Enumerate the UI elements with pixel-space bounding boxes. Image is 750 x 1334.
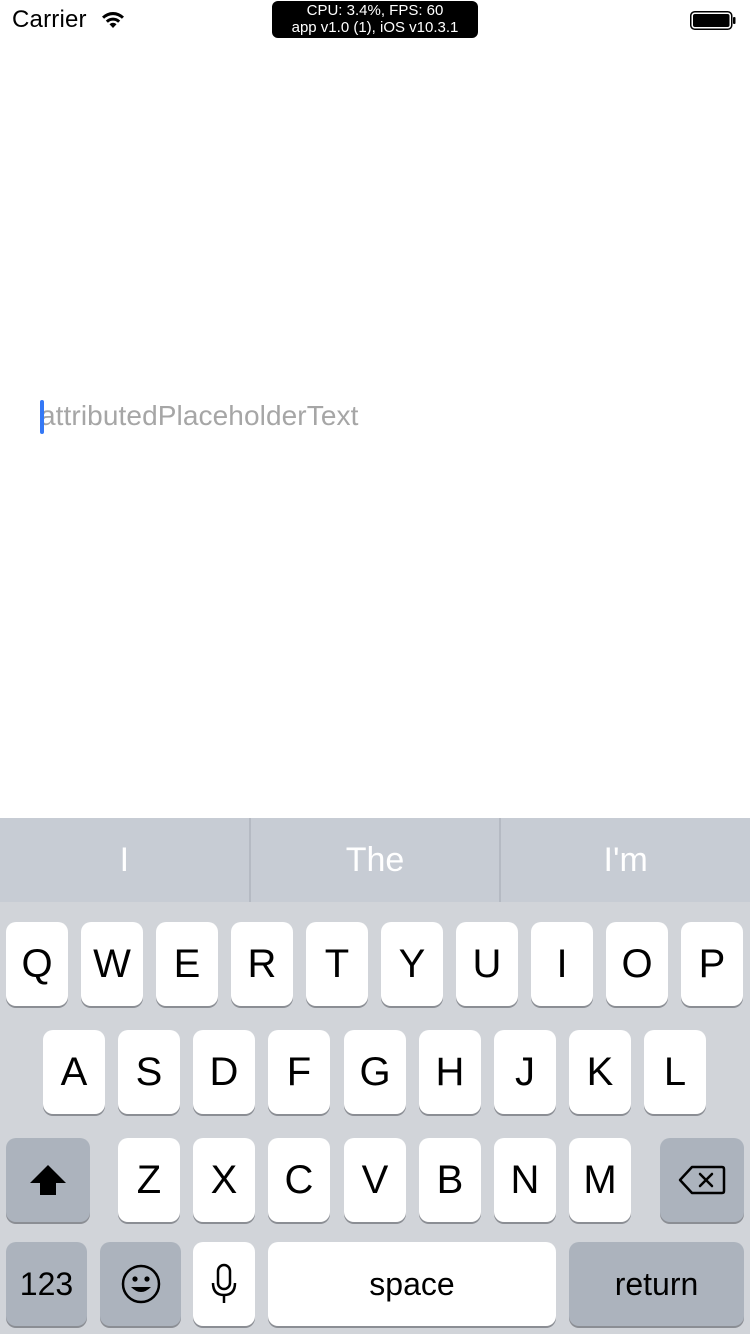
space-key-label: space <box>369 1265 455 1302</box>
dictation-key[interactable] <box>193 1242 255 1326</box>
key-d[interactable]: D <box>193 1030 255 1114</box>
emoji-key[interactable] <box>100 1242 181 1326</box>
key-x[interactable]: X <box>193 1138 255 1222</box>
key-label: L <box>663 1049 687 1094</box>
return-key-label: return <box>614 1265 699 1302</box>
key-s[interactable]: S <box>118 1030 180 1114</box>
key-label: O <box>621 941 653 986</box>
key-label: H <box>435 1049 465 1094</box>
key-z[interactable]: Z <box>118 1138 180 1222</box>
key-t[interactable]: T <box>306 922 368 1006</box>
key-label: B <box>436 1157 464 1202</box>
numbers-key[interactable]: 123 <box>6 1242 87 1326</box>
key-label: Q <box>21 941 53 986</box>
key-i[interactable]: I <box>531 922 593 1006</box>
key-v[interactable]: V <box>344 1138 406 1222</box>
key-label: J <box>515 1049 535 1094</box>
key-label: X <box>210 1157 238 1202</box>
suggestion-item[interactable]: The <box>251 818 500 902</box>
shift-key[interactable] <box>6 1138 90 1222</box>
key-label: K <box>586 1049 614 1094</box>
numbers-key-label: 123 <box>19 1265 74 1302</box>
battery-icon <box>690 11 736 30</box>
key-label: T <box>324 941 350 986</box>
delete-icon <box>678 1164 726 1196</box>
key-label: U <box>472 941 502 986</box>
text-cursor <box>40 400 44 434</box>
key-b[interactable]: B <box>419 1138 481 1222</box>
suggestion-bar: I The I'm <box>0 818 750 902</box>
key-f[interactable]: F <box>268 1030 330 1114</box>
key-n[interactable]: N <box>494 1138 556 1222</box>
key-e[interactable]: E <box>156 922 218 1006</box>
suggestion-item[interactable]: I'm <box>501 818 750 902</box>
key-label: P <box>698 941 726 986</box>
return-key[interactable]: return <box>569 1242 744 1326</box>
space-key[interactable]: space <box>268 1242 556 1326</box>
key-label: W <box>93 941 131 986</box>
key-h[interactable]: H <box>419 1030 481 1114</box>
key-j[interactable]: J <box>494 1030 556 1114</box>
wifi-icon <box>100 10 126 30</box>
key-y[interactable]: Y <box>381 922 443 1006</box>
key-label: E <box>173 941 201 986</box>
keyboard: I The I'm Q W E R T Y U I O P A S D F G … <box>0 818 750 1334</box>
key-label: S <box>135 1049 163 1094</box>
key-g[interactable]: G <box>344 1030 406 1114</box>
emoji-icon <box>120 1263 162 1305</box>
key-c[interactable]: C <box>268 1138 330 1222</box>
key-w[interactable]: W <box>81 922 143 1006</box>
carrier-label: Carrier <box>12 6 87 33</box>
key-label: D <box>209 1049 239 1094</box>
key-l[interactable]: L <box>644 1030 706 1114</box>
key-label: A <box>60 1049 88 1094</box>
key-o[interactable]: O <box>606 922 668 1006</box>
key-u[interactable]: U <box>456 922 518 1006</box>
performance-overlay: CPU: 3.4%, FPS: 60 app v1.0 (1), iOS v10… <box>272 1 478 38</box>
key-p[interactable]: P <box>681 922 743 1006</box>
key-label: F <box>286 1049 312 1094</box>
key-m[interactable]: M <box>569 1138 631 1222</box>
key-label: C <box>284 1157 314 1202</box>
key-label: G <box>359 1049 391 1094</box>
key-label: Y <box>398 941 426 986</box>
shift-icon <box>28 1163 68 1197</box>
key-a[interactable]: A <box>43 1030 105 1114</box>
text-field[interactable]: attributedPlaceholderText <box>38 398 718 438</box>
key-label: I <box>556 941 568 986</box>
key-q[interactable]: Q <box>6 922 68 1006</box>
delete-key[interactable] <box>660 1138 744 1222</box>
key-label: Z <box>136 1157 162 1202</box>
perf-line-2: app v1.0 (1), iOS v10.3.1 <box>291 19 459 36</box>
microphone-icon <box>210 1263 238 1305</box>
status-bar: Carrier CPU: 3.4%, FPS: 60 app v1.0 (1),… <box>0 0 750 40</box>
key-r[interactable]: R <box>231 922 293 1006</box>
key-label: N <box>510 1157 540 1202</box>
key-k[interactable]: K <box>569 1030 631 1114</box>
suggestion-item[interactable]: I <box>0 818 249 902</box>
key-label: M <box>583 1157 617 1202</box>
key-label: R <box>247 941 277 986</box>
perf-line-1: CPU: 3.4%, FPS: 60 <box>306 2 444 19</box>
key-label: V <box>361 1157 389 1202</box>
placeholder-text: attributedPlaceholderText <box>40 400 359 431</box>
